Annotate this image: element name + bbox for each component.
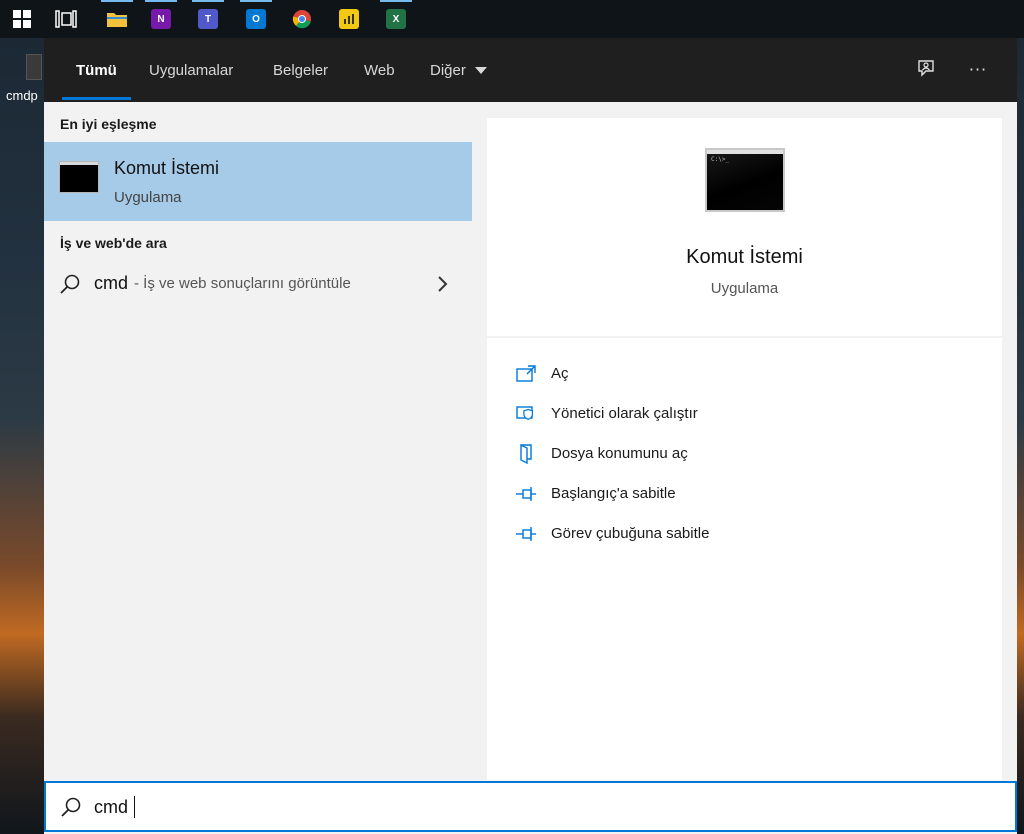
tab-documents-label: Belgeler [273,61,329,79]
desktop-shortcut-label: cmdp [6,88,38,103]
best-match-heading: En iyi eşleşme [60,116,157,132]
task-view-button[interactable] [44,0,88,38]
chevron-right-icon[interactable] [436,274,450,294]
best-match-title: Komut İstemi [114,158,220,178]
file-explorer-icon [107,13,127,27]
taskbar-excel[interactable]: X [374,0,418,38]
taskbar-outlook[interactable]: O [234,0,278,38]
command-prompt-icon [59,161,99,193]
feedback-button[interactable] [913,56,939,82]
chevron-down-icon [474,66,487,74]
search-icon [61,797,81,817]
taskbar: N T O X [0,0,1024,38]
action-pin-to-start-label: Başlangıç'a sabitle [551,485,676,502]
tab-more[interactable]: Diğer [430,38,487,102]
chrome-icon [292,10,311,29]
detail-subtitle: Uygulama [710,280,779,297]
action-pin-to-taskbar[interactable]: Görev çubuğuna sabitle [487,514,1002,554]
app-actions-list: Aç Yönetici olarak çalıştır Dosya konumu… [487,338,1002,780]
taskbar-onenote[interactable]: N [139,0,183,38]
action-pin-to-taskbar-label: Görev çubuğuna sabitle [551,525,710,542]
web-search-heading: İş ve web'de ara [60,235,167,251]
admin-shield-icon [516,406,533,420]
start-button[interactable] [0,0,44,38]
detail-title: Komut İstemi [686,246,803,268]
tab-web-label: Web [364,61,395,79]
search-panel: Tümü Uygulamalar Belgeler Web Diğer ··· [44,38,1017,834]
action-pin-to-start[interactable]: Başlangıç'a sabitle [487,474,1002,514]
action-open-label: Aç [551,365,569,382]
taskbar-chrome[interactable] [280,0,324,38]
tab-all[interactable]: Tümü [62,38,131,102]
onenote-icon: N [151,9,171,29]
desktop-shortcut[interactable]: cmdp [0,48,44,108]
web-search-query: cmd [94,273,129,293]
excel-icon: X [386,9,406,29]
taskbar-file-explorer[interactable] [95,0,139,38]
tab-web[interactable]: Web [364,38,395,102]
app-detail-card: C:\>_ Komut İstemi Uygulama [487,118,1002,336]
web-search-hint: - İş ve web sonuçlarını görüntüle [134,275,351,292]
text-cursor [134,796,135,818]
tab-apps-label: Uygulamalar [149,61,234,79]
best-match-item[interactable]: Komut İstemi Uygulama [44,142,472,221]
results-list: En iyi eşleşme Komut İstemi Uygulama İş … [44,102,472,780]
power-bi-icon [339,9,359,29]
task-view-icon [55,10,77,28]
command-prompt-large-icon: C:\>_ [705,148,785,212]
more-options-icon: ··· [968,59,988,79]
prompt-glyph: C:\>_ [711,156,730,163]
pin-icon [516,527,536,541]
tab-apps[interactable]: Uygulamalar [149,38,233,102]
taskbar-teams[interactable]: T [186,0,230,38]
search-input-value: cmd [94,797,129,817]
taskbar-power-bi[interactable] [327,0,371,38]
search-input[interactable]: cmd [44,781,1017,832]
outlook-icon: O [246,9,266,29]
windows-logo-icon [13,10,31,28]
action-open-file-location[interactable]: Dosya konumunu aç [487,434,1002,474]
tab-all-label: Tümü [76,61,117,79]
active-tab-indicator [62,97,131,100]
pin-icon [516,487,536,501]
tab-more-label: Diğer [430,61,466,79]
action-open[interactable]: Aç [487,354,1002,394]
action-open-file-location-label: Dosya konumunu aç [551,445,688,462]
shortcut-file-icon [26,54,42,80]
action-run-as-admin[interactable]: Yönetici olarak çalıştır [487,394,1002,434]
feedback-icon [918,60,934,77]
web-search-item[interactable]: cmd - İş ve web sonuçlarını görüntüle [44,262,472,306]
search-icon [60,274,80,294]
teams-icon: T [198,9,218,29]
open-icon [516,365,536,382]
tab-documents[interactable]: Belgeler [273,38,328,102]
file-location-icon [520,444,532,464]
best-match-subtitle: Uygulama [114,189,182,206]
search-tabs-header: Tümü Uygulamalar Belgeler Web Diğer ··· [44,38,1017,102]
more-options-button[interactable]: ··· [965,56,991,82]
action-run-as-admin-label: Yönetici olarak çalıştır [551,405,698,422]
